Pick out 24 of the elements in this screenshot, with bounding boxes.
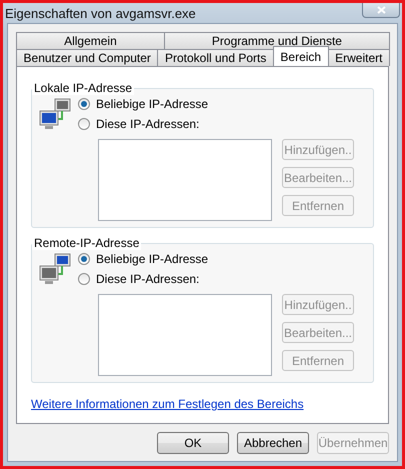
close-button[interactable] [362,3,400,18]
radio-button[interactable] [78,273,90,285]
close-icon [376,6,386,14]
radio-button[interactable] [78,98,90,110]
radio-label[interactable]: Diese IP-Adressen: [96,272,200,286]
group-title: Lokale IP-Adresse [32,81,134,95]
radio-label[interactable]: Beliebige IP-Adresse [96,97,208,111]
radio-button[interactable] [78,253,90,265]
radio-label[interactable]: Beliebige IP-Adresse [96,252,208,266]
radio-label[interactable]: Diese IP-Adressen: [96,117,200,131]
help-link[interactable]: Weitere Informationen zum Festlegen des Bereichs [31,397,374,411]
tab[interactable]: Erweitert [328,49,390,66]
tab[interactable]: Bereich [272,46,329,66]
address-list[interactable] [98,139,272,221]
radio-button[interactable] [78,118,90,130]
tab[interactable]: Benutzer und Computer [16,49,158,66]
address-list[interactable] [98,294,272,376]
group-title: Remote-IP-Adresse [32,236,142,250]
tab[interactable]: Programme und Dienste [164,32,390,49]
tab[interactable]: Protokoll und Ports [157,49,274,66]
tab[interactable]: Allgemein [16,32,165,49]
dialog-button[interactable]: Abbrechen [237,432,309,454]
dialog-button[interactable]: OK [157,432,229,454]
window-title: Eigenschaften von avgamsvr.exe [5,6,196,20]
